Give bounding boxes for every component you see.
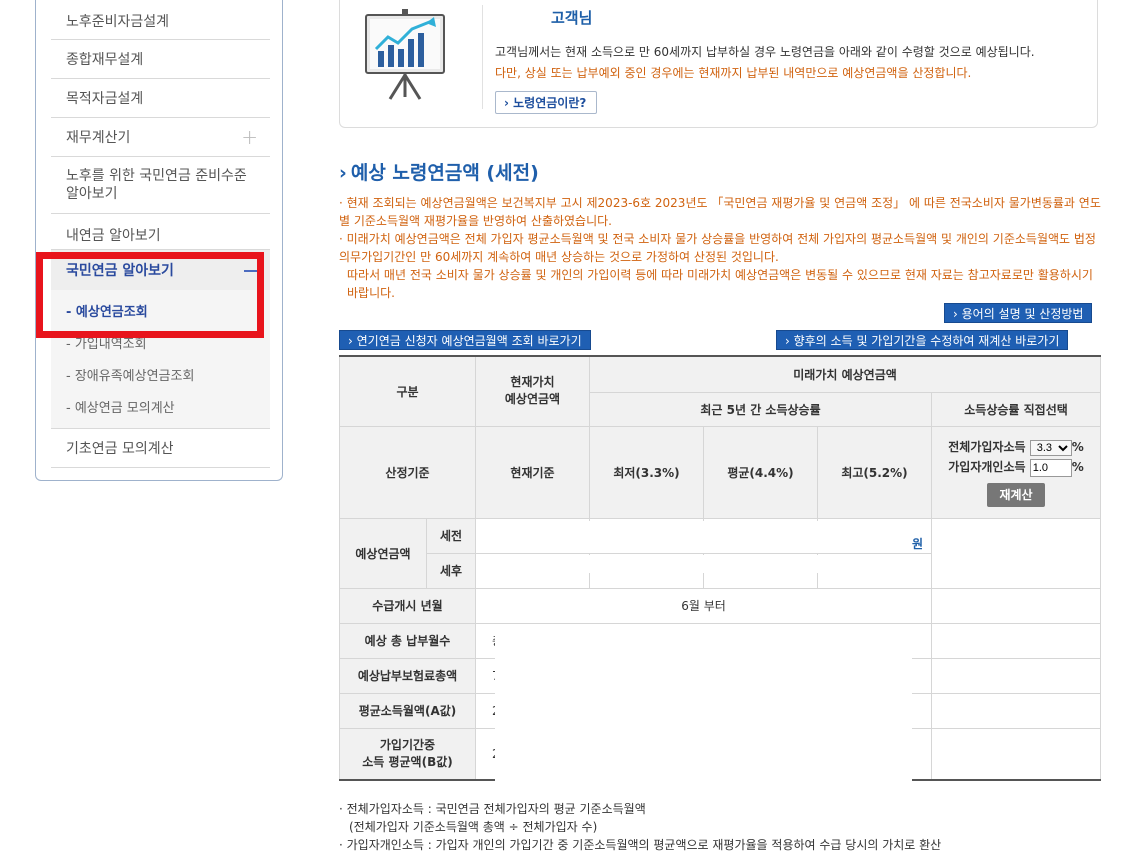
sidebar-item-my-pension[interactable]: 내연금 알아보기 — [51, 214, 270, 250]
deferred-pension-button[interactable]: › 연기연금 신청자 예상연금월액 조회 바로가기 — [339, 330, 591, 350]
individual-income-label: 가입자개인소득 — [948, 460, 1026, 474]
sidebar-subitem-enrollment-history[interactable]: - 가입내역조회 — [51, 326, 270, 358]
total-months-direct — [930, 622, 1102, 659]
footer-note-1: · 전체가입자소득 : 국민연금 전체가입자의 평균 기준소득월액 — [339, 802, 646, 816]
old-age-pension-link[interactable]: › 노령연금이란? — [495, 91, 598, 114]
info-line2: 다만, 상실 또는 납부예외 중인 경우에는 현재까지 납부된 내역만으로 예상… — [495, 66, 972, 80]
period-avg-line1: 가입기간중 — [379, 737, 436, 752]
start-date-value: 6월 부터 — [475, 587, 932, 624]
header-recent-rate: 최근 5년 간 소득상승률 — [589, 391, 932, 427]
info-text: 고객님 고객님께서는 현재 소득으로 만 60세까지 납부하실 경우 노령연금을… — [495, 5, 1095, 114]
recalculate-link-button[interactable]: › 향후의 소득 및 가입기간을 수정하여 재계산 바로가기 — [776, 330, 1069, 350]
recalculate-button[interactable]: 재계산 — [987, 483, 1045, 507]
avg-income-direct — [930, 692, 1102, 729]
sidebar-submenu: - 예상연금조회 - 가입내역조회 - 장애유족예상연금조회 - 예상연금 모의… — [51, 290, 270, 429]
sidebar-item-financial-plan[interactable]: 종합재무설계 — [51, 40, 270, 79]
cell-current-basis: 현재기준 — [475, 425, 590, 519]
footer-note-3: · 가입자개인소득 : 가입자 개인의 가입기간 중 기준소득월액의 평균액으로… — [339, 838, 942, 852]
percent-label: % — [1071, 460, 1084, 474]
cell-low-rate: 최저(3.3%) — [589, 425, 704, 519]
footer-notes: · 전체가입자소득 : 국민연금 전체가입자의 평균 기준소득월액 (전체가입자… — [339, 800, 1104, 854]
header-direct-select: 소득상승률 직접선택 — [930, 391, 1102, 427]
sidebar-item-label: 내연금 알아보기 — [66, 227, 161, 244]
cell-high-rate: 최고(5.2%) — [817, 425, 932, 519]
sidebar-item-label: 기초연금 모의계산 — [66, 441, 174, 457]
post-tax-label: 세후 — [426, 552, 476, 589]
plus-icon: + — [241, 125, 258, 149]
sidebar-item-label: 노후를 위한 국민연금 준비수준 알아보기 — [66, 168, 247, 202]
all-income-row: 전체가입자소득 3.3% — [933, 437, 1099, 457]
header-row-1: 구분 현재가치 예상연금액 미래가치 예상연금액 — [339, 355, 1102, 427]
sidebar-subitem-label: - 예상연금조회 — [66, 304, 148, 320]
row-period-avg-label: 가입기간중 소득 평균액(B값) — [339, 727, 476, 781]
start-date-row: 수급개시 년월 6월 부터 — [339, 587, 1102, 624]
basis-row: 산정기준 현재기준 최저(3.3%) 평균(4.4%) 최고(5.2%) 전체가… — [339, 425, 1102, 519]
notes: · 현재 조회되는 예상연금월액은 보건복지부 고시 제2023-6호 2023… — [339, 194, 1104, 302]
section-title: › 예상 노령연금액 (세전) — [339, 158, 539, 185]
note-1: · 현재 조회되는 예상연금월액은 보건복지부 고시 제2023-6호 2023… — [339, 196, 1101, 228]
sidebar-menu: 노후준비자금설계 종합재무설계 목적자금설계 재무계산기 + 노후를 위한 국민… — [51, 0, 270, 468]
won-label: 원 — [911, 536, 923, 551]
sidebar-item-calculator[interactable]: 재무계산기 + — [51, 118, 270, 157]
row-total-months-label: 예상 총 납부월수 — [339, 622, 476, 659]
row-total-premium-label: 예상납부보험료총액 — [339, 657, 476, 694]
pre-tax-label: 세전 — [426, 517, 476, 554]
direct-select-cell: 전체가입자소득 3.3% 가입자개인소득 % 재계산 — [930, 425, 1102, 519]
footer-note-2: (전체가입자 기준소득월액 총액 ÷ 전체가입자 수) — [349, 820, 598, 834]
customer-name: 고객님 — [551, 9, 593, 27]
cell-avg-rate: 평균(4.4%) — [703, 425, 818, 519]
info-divider — [482, 5, 483, 109]
chevron-right-icon: › — [339, 162, 347, 184]
section-title-text: 예상 노령연금액 (세전) — [350, 162, 539, 184]
sidebar-subitem-simulation[interactable]: - 예상연금 모의계산 — [51, 390, 270, 422]
individual-income-input[interactable] — [1029, 459, 1072, 477]
period-avg-line2: 소득 평균액(B값) — [362, 754, 453, 769]
redaction-mask — [495, 626, 912, 781]
header-future-value: 미래가치 예상연금액 — [588, 355, 1102, 393]
percent-label: % — [1071, 440, 1084, 454]
all-income-select[interactable]: 3.3 — [1029, 440, 1072, 456]
sidebar-item-pension-readiness[interactable]: 노후를 위한 국민연금 준비수준 알아보기 — [51, 157, 270, 214]
sidebar-subitem-label: - 장애유족예상연금조회 — [66, 368, 195, 384]
sidebar-item-label: 종합재무설계 — [66, 52, 144, 68]
redaction-mask — [477, 555, 897, 573]
sidebar-item-basic-pension[interactable]: 기초연금 모의계산 — [51, 429, 270, 468]
chart-board-icon — [365, 9, 445, 100]
start-date-direct — [930, 587, 1102, 624]
note-3: 따라서 매년 전국 소비자 물가 상승률 및 개인의 가입이력 등에 따라 미래… — [347, 268, 1093, 300]
sidebar-subitem-label: - 가입내역조회 — [66, 336, 147, 352]
sidebar-item-national-pension[interactable]: 국민연금 알아보기 — [51, 250, 270, 290]
sidebar-item-label: 재무계산기 — [66, 130, 131, 146]
info-line1: 고객님께서는 현재 소득으로 만 60세까지 납부하실 경우 노령연금을 아래와… — [495, 45, 1035, 59]
info-box: 고객님 고객님께서는 현재 소득으로 만 60세까지 납부하실 경우 노령연금을… — [339, 0, 1098, 128]
sidebar-item-retirement-fund[interactable]: 노후준비자금설계 — [51, 0, 270, 40]
all-income-label: 전체가입자소득 — [948, 440, 1026, 454]
redaction-mask — [477, 521, 897, 553]
terms-button[interactable]: › 용어의 설명 및 산정방법 — [944, 303, 1093, 323]
sidebar: 노후준비자금설계 종합재무설계 목적자금설계 재무계산기 + 노후를 위한 국민… — [35, 0, 283, 481]
header-present-value: 현재가치 예상연금액 — [475, 355, 590, 427]
sidebar-subitem-disability-survivor[interactable]: - 장애유족예상연금조회 — [51, 358, 270, 390]
row-expected-label: 예상연금액 — [339, 517, 427, 589]
sidebar-item-purpose-fund[interactable]: 목적자금설계 — [51, 79, 270, 118]
row-avg-income-label: 평균소득월액(A값) — [339, 692, 476, 729]
period-avg-direct — [930, 727, 1102, 781]
sidebar-subitem-label: - 예상연금 모의계산 — [66, 400, 175, 416]
sidebar-item-label: 목적자금설계 — [66, 91, 144, 107]
header-category: 구분 — [339, 355, 476, 427]
row-start-label: 수급개시 년월 — [339, 587, 476, 624]
row-basis-label: 산정기준 — [339, 425, 476, 519]
sidebar-item-label: 노후준비자금설계 — [66, 14, 170, 30]
expected-direct — [930, 517, 1102, 589]
note-2: · 미래가치 예상연금액은 전체 가입자 평균소득월액 및 전국 소비자 물가 … — [339, 232, 1096, 264]
total-premium-direct — [930, 657, 1102, 694]
individual-income-row: 가입자개인소득 % — [933, 457, 1099, 477]
sidebar-subitem-expected-pension[interactable]: - 예상연금조회 — [51, 294, 270, 326]
minus-icon — [244, 270, 258, 272]
sidebar-item-label: 국민연금 알아보기 — [66, 263, 174, 279]
